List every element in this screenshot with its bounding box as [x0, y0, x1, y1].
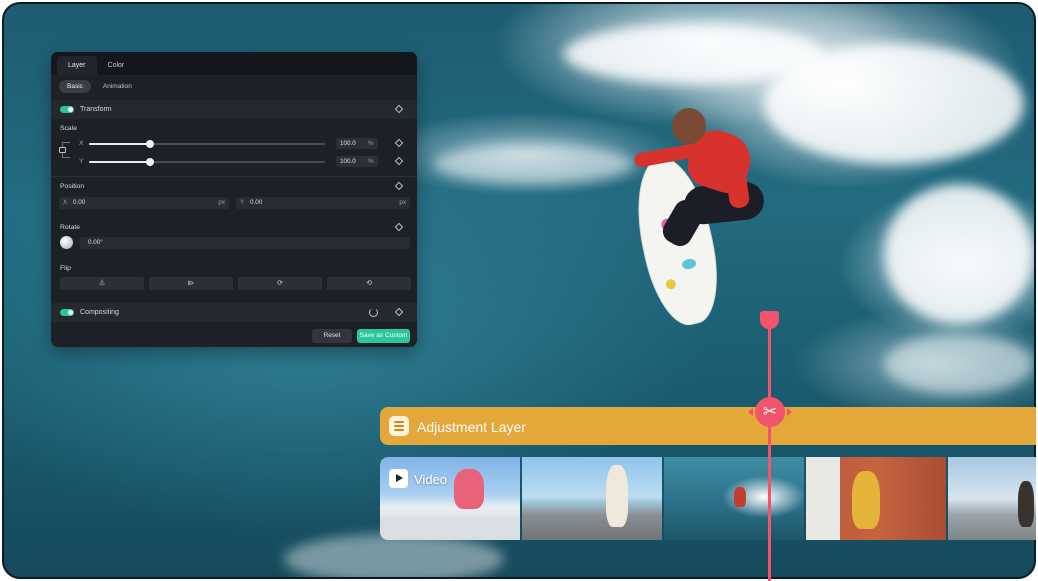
transform-toggle[interactable] — [60, 106, 74, 113]
reset-button[interactable]: Reset — [312, 329, 352, 343]
tab-layer[interactable]: Layer — [57, 56, 97, 75]
scale-y-slider-knob[interactable] — [146, 158, 155, 166]
subtab-bar: Basic Animation — [51, 75, 417, 98]
rotate-clockwise-button[interactable]: ⟳ — [238, 277, 322, 290]
rotate-label: Rotate — [60, 224, 81, 231]
flip-horizontal-button[interactable]: ⏃ — [60, 277, 144, 290]
compositing-title: Compositing — [80, 309, 119, 316]
split-scissors-button[interactable]: ✂ — [755, 397, 785, 427]
rotate-input[interactable]: 0.00° — [80, 237, 410, 249]
position-label: Position — [60, 183, 85, 190]
transform-title: Transform — [80, 106, 112, 113]
video-track-label: Video — [414, 472, 448, 487]
scale-x-slider-knob[interactable] — [146, 140, 155, 148]
rotate-keyframe-icon[interactable] — [394, 222, 404, 232]
wave-foam — [884, 184, 1034, 324]
scale-y-slider[interactable] — [89, 158, 325, 166]
compositing-keyframe-icon[interactable] — [394, 307, 404, 317]
position-y-unit: px — [399, 199, 406, 206]
surfer-figure — [734, 487, 746, 507]
position-x-value: 0.00 — [73, 199, 86, 206]
property-panel: Layer Color Basic Animation Transform Sc… — [51, 52, 417, 347]
divider — [51, 176, 417, 177]
nudge-right-icon[interactable] — [787, 408, 792, 416]
adjustment-layer-track[interactable]: Adjustment Layer — [380, 407, 1036, 445]
wave-foam — [884, 334, 1034, 394]
surfer — [672, 108, 706, 144]
scale-y-keyframe-icon[interactable] — [394, 156, 404, 166]
wave-foam — [764, 44, 1024, 164]
scale-y-unit: % — [368, 158, 374, 165]
flip-vertical-button[interactable]: ⧐ — [149, 277, 233, 290]
position-y-field[interactable]: Y 0.00 px — [236, 197, 410, 209]
scale-x-keyframe-icon[interactable] — [394, 138, 404, 148]
video-clip-thumbnail — [522, 457, 662, 540]
scale-x-unit: % — [368, 140, 374, 147]
playhead[interactable] — [768, 320, 771, 581]
rotate-counterclockwise-button[interactable]: ⟲ — [327, 277, 411, 290]
skater-figure — [1018, 481, 1034, 527]
building — [380, 517, 520, 540]
play-icon — [389, 469, 408, 488]
position-y-axis: Y — [240, 199, 245, 206]
adjustment-layer-icon — [389, 416, 409, 436]
position-keyframe-icon[interactable] — [394, 181, 404, 191]
wave-foam — [434, 144, 634, 184]
compositing-toggle[interactable] — [60, 309, 74, 316]
video-clip-thumbnail — [948, 457, 1036, 540]
rotate-dial[interactable] — [60, 236, 73, 249]
playhead-handle[interactable] — [760, 311, 779, 329]
transform-section-header: Transform — [51, 100, 417, 119]
panel-tabbar: Layer Color — [51, 52, 417, 75]
person-figure — [852, 471, 880, 529]
nudge-left-icon[interactable] — [748, 408, 753, 416]
video-track[interactable]: Video — [380, 457, 1036, 540]
video-clip-thumbnail — [806, 457, 946, 540]
video-clip-thumbnail: Video — [380, 457, 520, 540]
rotate-value: 0.00° — [88, 239, 103, 246]
scale-label: Scale — [60, 125, 78, 132]
transform-keyframe-icon[interactable] — [394, 104, 404, 114]
scale-y-axis: Y — [79, 158, 84, 165]
flip-label: Flip — [60, 265, 71, 272]
subtab-basic[interactable]: Basic — [59, 80, 91, 93]
position-x-unit: px — [218, 199, 225, 206]
tab-color[interactable]: Color — [97, 56, 136, 75]
scale-x-slider-fill — [89, 143, 151, 145]
position-x-field[interactable]: X 0.00 px — [59, 197, 229, 209]
video-clip-thumbnail — [664, 457, 804, 540]
compositing-section-header: Compositing — [51, 303, 417, 322]
door — [806, 457, 840, 540]
scale-x-axis: X — [79, 140, 84, 147]
reset-icon[interactable] — [369, 308, 378, 317]
position-y-value: 0.00 — [250, 199, 263, 206]
save-as-custom-button[interactable]: Save as Custom — [357, 329, 410, 343]
position-x-axis: X — [63, 199, 68, 206]
subtab-animation[interactable]: Animation — [95, 80, 140, 93]
person-figure — [606, 465, 628, 527]
adjustment-layer-label: Adjustment Layer — [417, 419, 526, 435]
scale-y-slider-fill — [89, 161, 151, 163]
scale-x-slider[interactable] — [89, 140, 325, 148]
lock-icon[interactable] — [59, 147, 66, 153]
skater-figure — [454, 469, 484, 509]
wave-foam — [284, 534, 504, 577]
